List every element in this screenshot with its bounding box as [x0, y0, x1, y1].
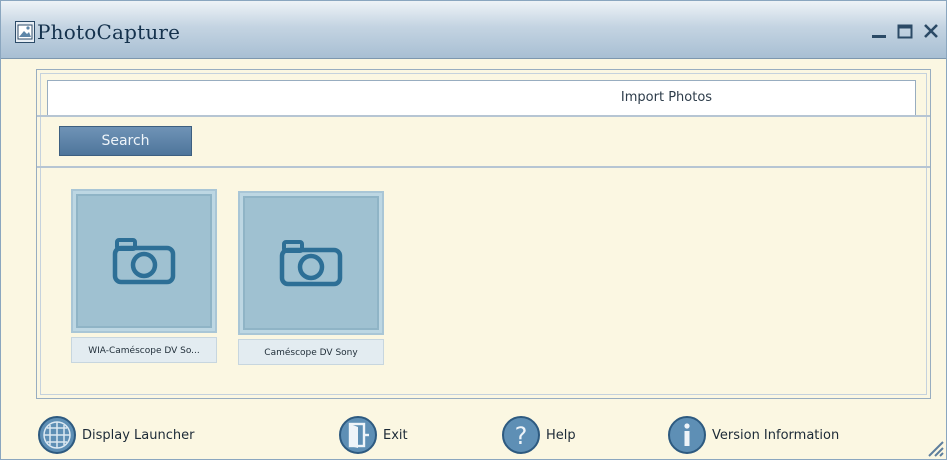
help-label: Help [546, 427, 576, 443]
version-information-button[interactable]: Version Information [667, 415, 839, 455]
import-panel: Import Photos Search WIA-Caméscope DV So… [36, 69, 931, 399]
version-information-label: Version Information [712, 427, 840, 443]
device-card[interactable]: Caméscope DV Sony [238, 191, 384, 365]
photocapture-window: PhotoCapture Import Photos Search WIA-Ca… [0, 0, 947, 460]
panel-header-title: Import Photos [620, 90, 713, 105]
window-title: PhotoCapture [37, 20, 181, 44]
close-button[interactable] [922, 20, 940, 42]
help-icon: ? [501, 415, 541, 455]
panel-header: Import Photos [47, 80, 916, 116]
camera-icon [279, 240, 343, 287]
exit-label: Exit [383, 427, 408, 443]
display-launcher-button[interactable]: Display Launcher [37, 415, 194, 455]
maximize-button[interactable] [896, 20, 914, 42]
device-label[interactable]: Caméscope DV Sony [238, 339, 384, 365]
window-controls [870, 20, 940, 42]
title-bar[interactable]: PhotoCapture [1, 1, 946, 59]
help-button[interactable]: ? Help [501, 415, 576, 455]
minimize-icon [872, 35, 886, 38]
divider [37, 166, 930, 168]
maximize-icon [897, 24, 913, 39]
close-icon [924, 24, 938, 38]
device-card[interactable]: WIA-Caméscope DV So... [71, 189, 217, 363]
device-tile[interactable] [238, 191, 384, 335]
search-button[interactable]: Search [59, 126, 192, 156]
svg-text:?: ? [515, 422, 528, 450]
device-tile[interactable] [71, 189, 217, 333]
divider [37, 115, 930, 117]
resize-grip-icon[interactable] [926, 439, 944, 457]
photo-app-icon [15, 21, 35, 43]
device-label[interactable]: WIA-Caméscope DV So... [71, 337, 217, 363]
display-launcher-label: Display Launcher [82, 427, 195, 443]
minimize-button[interactable] [870, 20, 888, 42]
exit-door-icon [338, 415, 378, 455]
exit-button[interactable]: Exit [338, 415, 408, 455]
camera-icon [112, 238, 176, 285]
info-icon [667, 415, 707, 455]
globe-grid-icon [37, 415, 77, 455]
